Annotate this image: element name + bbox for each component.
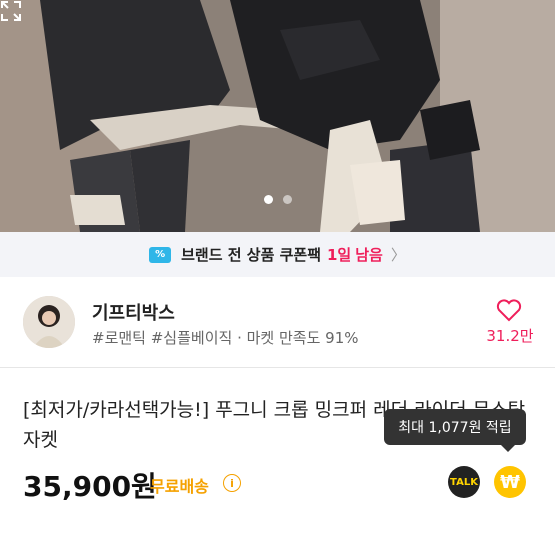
shipping-label: 무료배송 [150, 477, 209, 496]
reward-tooltip: 최대 1,077원 적립 [384, 409, 526, 452]
chevron-right-icon: 〉 [390, 246, 406, 264]
seller-tags: #로맨틱 #심플베이직 · 마켓 만족도 91% [92, 329, 359, 347]
expand-icon[interactable] [0, 0, 22, 22]
seller-name[interactable]: 기프티박스 [92, 299, 175, 325]
gallery-dot[interactable] [282, 195, 292, 204]
divider [0, 367, 555, 368]
coupon-icon: % [149, 246, 172, 263]
heart-icon[interactable] [496, 298, 522, 322]
reward-won-button[interactable]: ₩ [494, 466, 526, 498]
coupon-days-left: 1일 [327, 246, 352, 264]
info-icon[interactable]: i [223, 474, 241, 492]
coupon-remaining-label: 남음 [355, 246, 383, 264]
like-count: 31.2만 [486, 327, 534, 345]
gallery-dot-active[interactable] [263, 195, 273, 204]
product-price: 35,900원 [23, 470, 157, 503]
gallery-pagination [0, 195, 555, 204]
seller-row[interactable]: 기프티박스 #로맨틱 #심플베이직 · 마켓 만족도 91% 31.2만 [0, 277, 555, 367]
product-image-gallery[interactable] [0, 0, 555, 232]
seller-avatar[interactable] [23, 296, 75, 348]
coupon-text: 브랜드 전 상품 쿠폰팩 [181, 246, 321, 264]
talk-chat-button[interactable]: TALK [448, 466, 480, 498]
coupon-banner[interactable]: % 브랜드 전 상품 쿠폰팩 1일 남음 〉 [0, 232, 555, 277]
